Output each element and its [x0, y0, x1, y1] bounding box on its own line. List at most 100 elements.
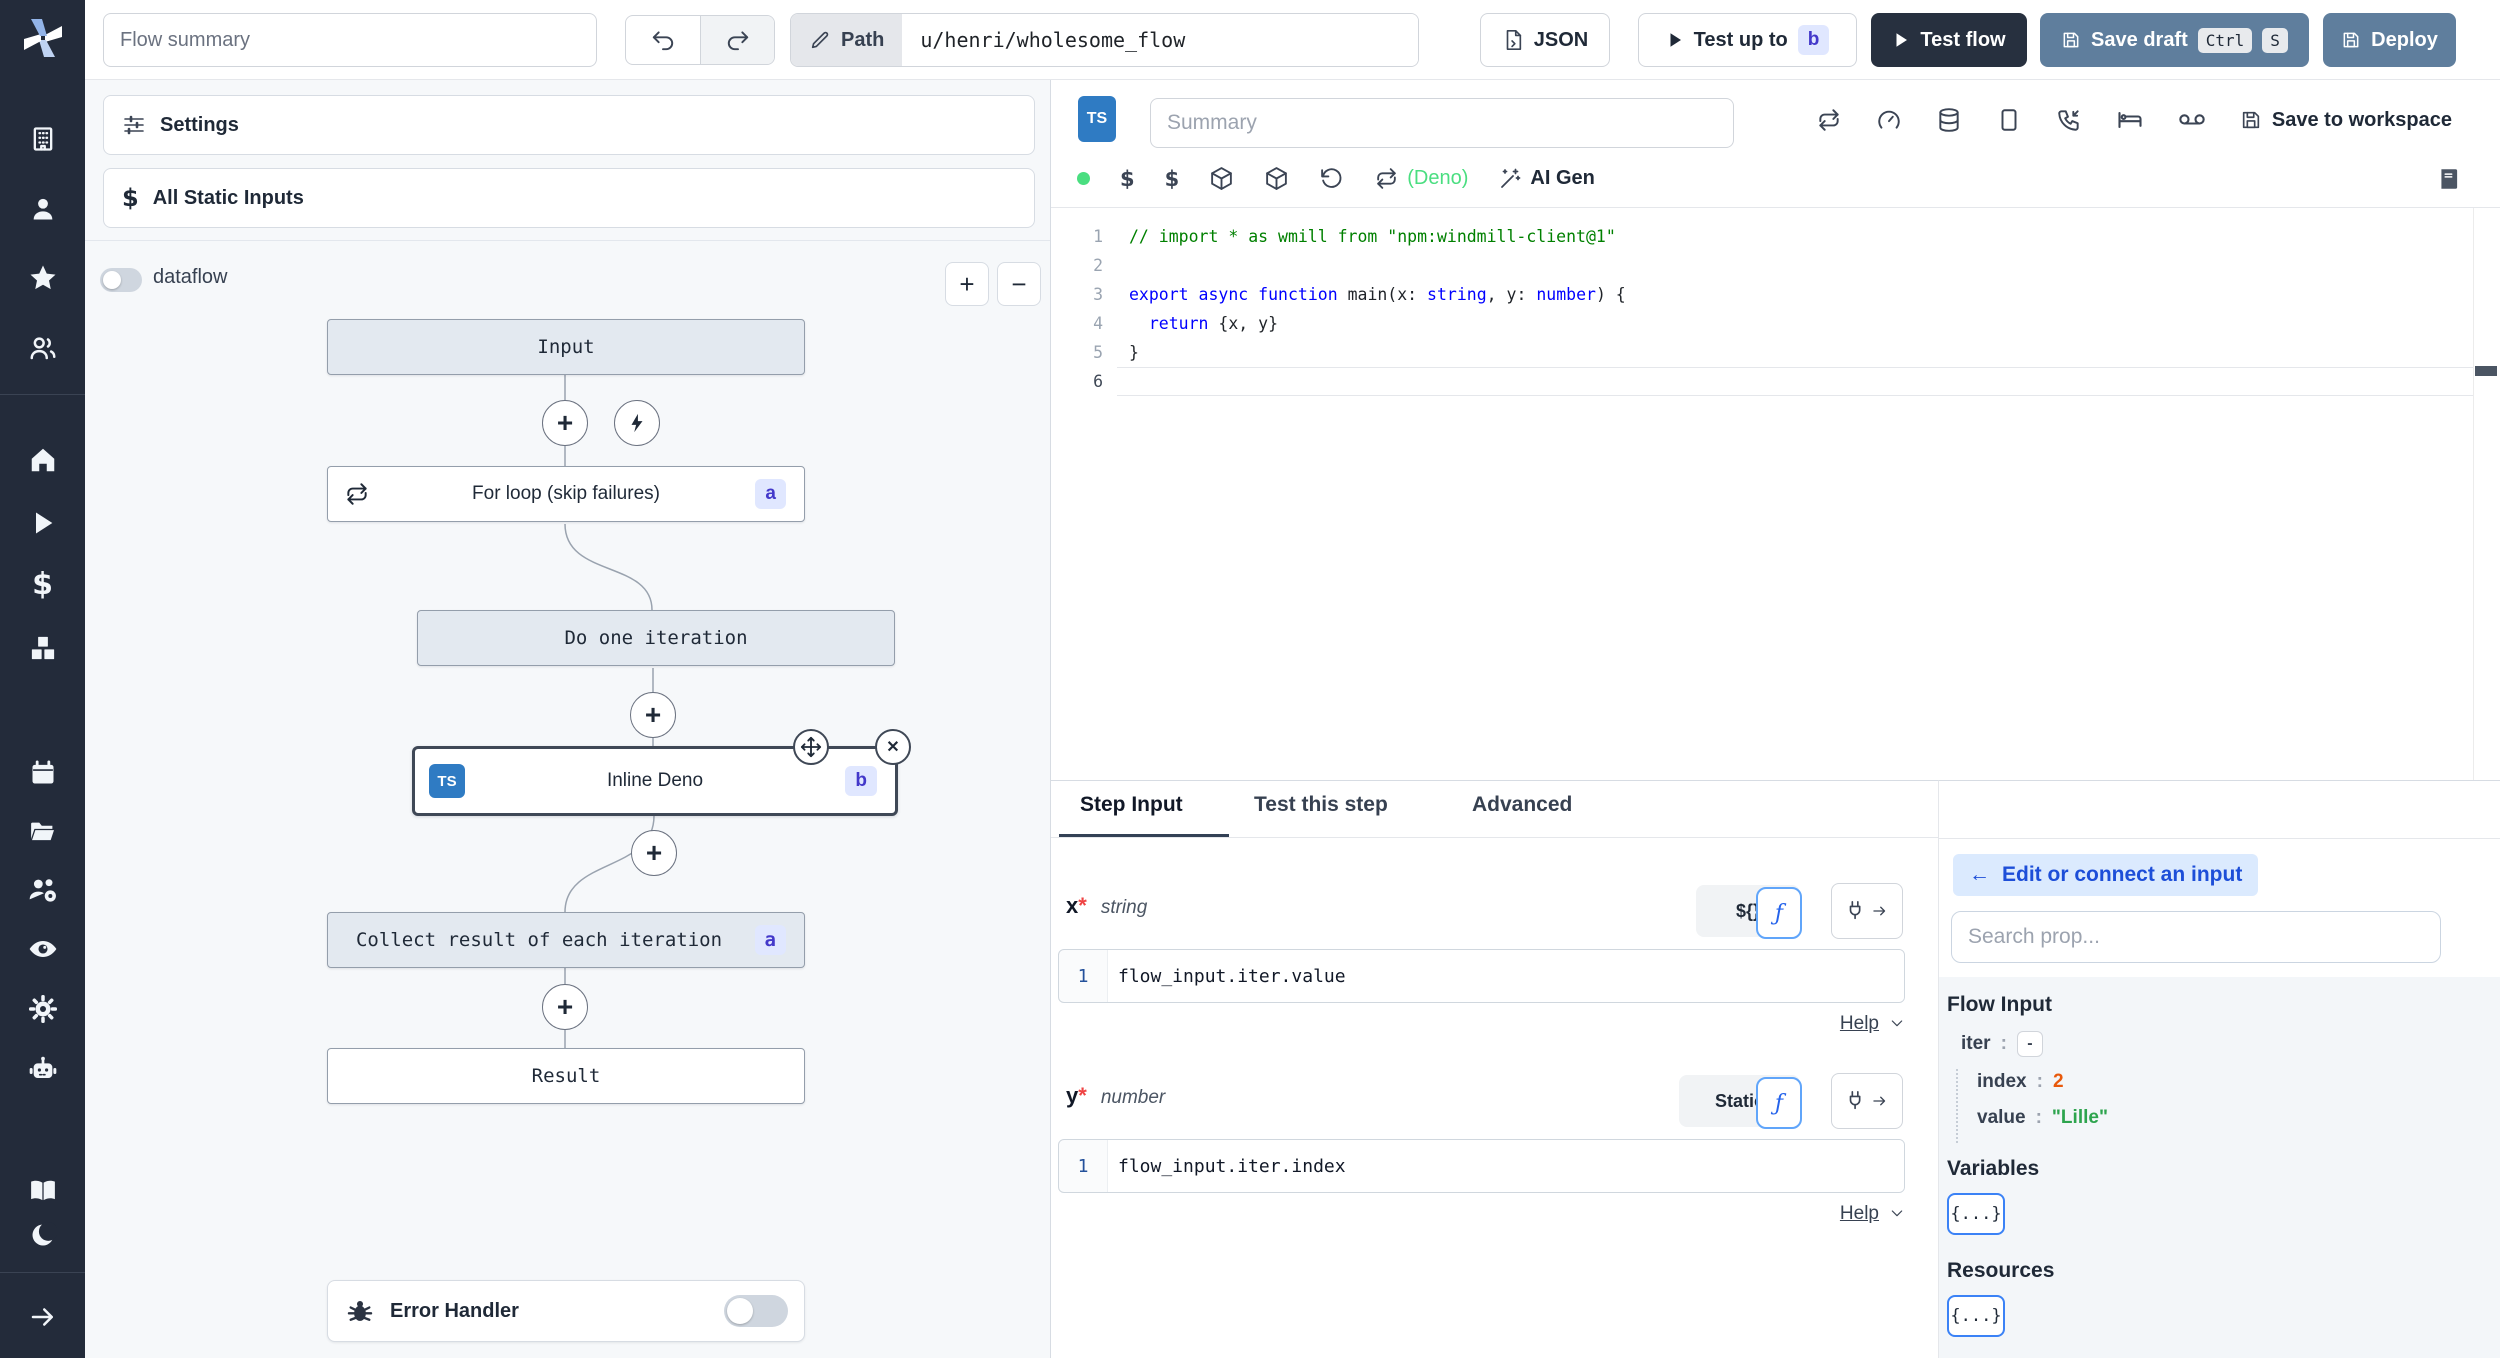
- sidebar-item-audit-logs[interactable]: [0, 927, 85, 971]
- sidebar-item-favorites[interactable]: [0, 256, 85, 300]
- sidebar-item-theme[interactable]: [0, 1213, 85, 1257]
- step-summary-input[interactable]: [1150, 98, 1734, 148]
- field-x-mode-toggle[interactable]: ${} ƒ: [1696, 885, 1802, 939]
- timeout-icon[interactable]: [1996, 107, 2022, 133]
- chevron-down-icon[interactable]: [1889, 1015, 1905, 1031]
- variables-object-button[interactable]: {...}: [1947, 1193, 2005, 1235]
- flow-node-input[interactable]: Input: [327, 319, 805, 375]
- package-icon[interactable]: [1209, 166, 1234, 191]
- mock-voicemail-icon[interactable]: [2178, 106, 2206, 134]
- undo-button[interactable]: [626, 16, 700, 64]
- path-value[interactable]: u/henri/wholesome_flow: [902, 14, 1419, 66]
- kbd-ctrl: Ctrl: [2197, 27, 2253, 53]
- zoom-out-button[interactable]: −: [997, 262, 1041, 306]
- field-x-expression-editor[interactable]: 1 flow_input.iter.value: [1058, 949, 1905, 1003]
- edit-or-connect-button[interactable]: ← Edit or connect an input: [1953, 854, 2259, 896]
- sidebar-item-variables[interactable]: $: [0, 562, 85, 606]
- test-up-to-label: Test up to: [1693, 28, 1788, 51]
- save-icon: [2242, 111, 2260, 129]
- loop-icon: [344, 481, 370, 507]
- field-x-connect-button[interactable]: [1831, 883, 1903, 939]
- error-handler-row[interactable]: Error Handler: [327, 1280, 805, 1342]
- ai-gen-button[interactable]: AI Gen: [1498, 167, 1595, 191]
- sidebar-item-ai[interactable]: [0, 1048, 85, 1092]
- tab-advanced[interactable]: Advanced: [1472, 793, 1572, 817]
- flow-node-inline-deno[interactable]: TS Inline Deno b ✕: [412, 729, 911, 816]
- flow-node-forloop[interactable]: For loop (skip failures) a: [327, 466, 805, 522]
- move-step-handle[interactable]: [793, 729, 829, 765]
- runtime-switch-icon[interactable]: [1374, 166, 1399, 191]
- chevron-down-icon[interactable]: [1889, 1205, 1905, 1221]
- variable-picker-icon[interactable]: $: [1120, 167, 1135, 191]
- package-icon[interactable]: [1264, 166, 1289, 191]
- deploy-button[interactable]: Deploy: [2323, 13, 2456, 67]
- field-y-connect-button[interactable]: [1831, 1073, 1903, 1129]
- prop-search-input[interactable]: [1951, 911, 2441, 963]
- add-trigger-button[interactable]: [614, 400, 660, 446]
- concurrency-gauge-icon[interactable]: [1876, 107, 1902, 133]
- sidebar-item-workspace[interactable]: [0, 117, 85, 161]
- arrow-right-icon: [1873, 906, 1886, 916]
- field-y-mode-toggle[interactable]: Static ƒ: [1679, 1075, 1802, 1129]
- save-to-workspace-button[interactable]: Save to workspace: [2240, 109, 2452, 132]
- sidebar-expand-button[interactable]: [0, 1295, 85, 1339]
- all-static-inputs-button[interactable]: $ All Static Inputs: [103, 168, 1035, 228]
- prop-row-iter[interactable]: iter : -: [1961, 1031, 2043, 1057]
- zoom-in-button[interactable]: +: [945, 262, 989, 306]
- code-editor[interactable]: 123456 // import * as wmill from "npm:wi…: [1051, 208, 2500, 780]
- error-handler-toggle[interactable]: [724, 1295, 788, 1327]
- path-group[interactable]: Path u/henri/wholesome_flow: [790, 13, 1420, 67]
- docs-book-icon[interactable]: [2436, 166, 2462, 192]
- field-y-expression-editor[interactable]: 1 flow_input.iter.index: [1058, 1139, 1905, 1193]
- add-step-button[interactable]: +: [542, 400, 588, 446]
- sidebar-item-resources[interactable]: [0, 626, 85, 670]
- cache-database-icon[interactable]: [1936, 107, 1962, 133]
- sleep-bed-icon[interactable]: [2116, 106, 2144, 134]
- reset-icon[interactable]: [1319, 166, 1344, 191]
- tab-test-this-step[interactable]: Test this step: [1254, 793, 1388, 817]
- sidebar-item-groups[interactable]: [0, 326, 85, 370]
- javascript-mode-button[interactable]: ƒ: [1756, 887, 1802, 939]
- sidebar-item-docs[interactable]: [0, 1169, 85, 1213]
- flow-summary-input[interactable]: [103, 13, 597, 67]
- panel-divider: [85, 240, 1050, 241]
- early-stop-phone-icon[interactable]: [2056, 107, 2082, 133]
- flow-node-collect[interactable]: Collect result of each iteration a: [327, 912, 805, 968]
- collapse-button[interactable]: -: [2016, 1031, 2043, 1057]
- flow-settings-button[interactable]: Settings: [103, 95, 1035, 155]
- retry-icon[interactable]: [1816, 107, 1842, 133]
- javascript-mode-button[interactable]: ƒ: [1756, 1077, 1802, 1129]
- add-step-button[interactable]: +: [630, 692, 676, 738]
- windmill-logo[interactable]: [0, 14, 85, 62]
- flow-node-iteration[interactable]: Do one iteration: [417, 610, 895, 666]
- delete-step-button[interactable]: ✕: [875, 729, 911, 765]
- add-step-button[interactable]: +: [542, 984, 588, 1030]
- redo-button[interactable]: [700, 16, 774, 64]
- sidebar-item-workers[interactable]: [0, 868, 85, 912]
- save-draft-button[interactable]: Save draft Ctrl S: [2040, 13, 2309, 67]
- resource-picker-icon[interactable]: $: [1165, 167, 1180, 191]
- json-button[interactable]: JSON: [1480, 13, 1610, 67]
- tab-step-input[interactable]: Step Input: [1080, 793, 1183, 817]
- dataflow-toggle[interactable]: [100, 268, 142, 292]
- sidebar-item-home[interactable]: [0, 438, 85, 482]
- prop-row-value[interactable]: value : "Lille": [1977, 1107, 2108, 1129]
- test-flow-button[interactable]: Test flow: [1871, 13, 2027, 67]
- prop-row-index[interactable]: index : 2: [1977, 1071, 2064, 1093]
- sidebar-item-schedules[interactable]: [0, 751, 85, 795]
- sidebar-item-folders[interactable]: [0, 810, 85, 854]
- star-icon: [30, 265, 55, 290]
- resources-object-button[interactable]: {...}: [1947, 1295, 2005, 1337]
- help-link[interactable]: Help: [1840, 1013, 1879, 1034]
- sidebar-divider-bottom: [0, 1272, 85, 1273]
- file-json-icon: [1506, 30, 1521, 50]
- sidebar-item-runs[interactable]: [0, 501, 85, 545]
- test-up-to-button[interactable]: Test up to b: [1638, 13, 1857, 67]
- node-label: Do one iteration: [564, 627, 748, 649]
- help-link[interactable]: Help: [1840, 1203, 1879, 1224]
- bolt-icon: [631, 413, 643, 433]
- sidebar-item-user[interactable]: [0, 187, 85, 231]
- sidebar-item-settings[interactable]: [0, 987, 85, 1031]
- add-step-button[interactable]: +: [631, 830, 677, 876]
- flow-node-result[interactable]: Result: [327, 1048, 805, 1104]
